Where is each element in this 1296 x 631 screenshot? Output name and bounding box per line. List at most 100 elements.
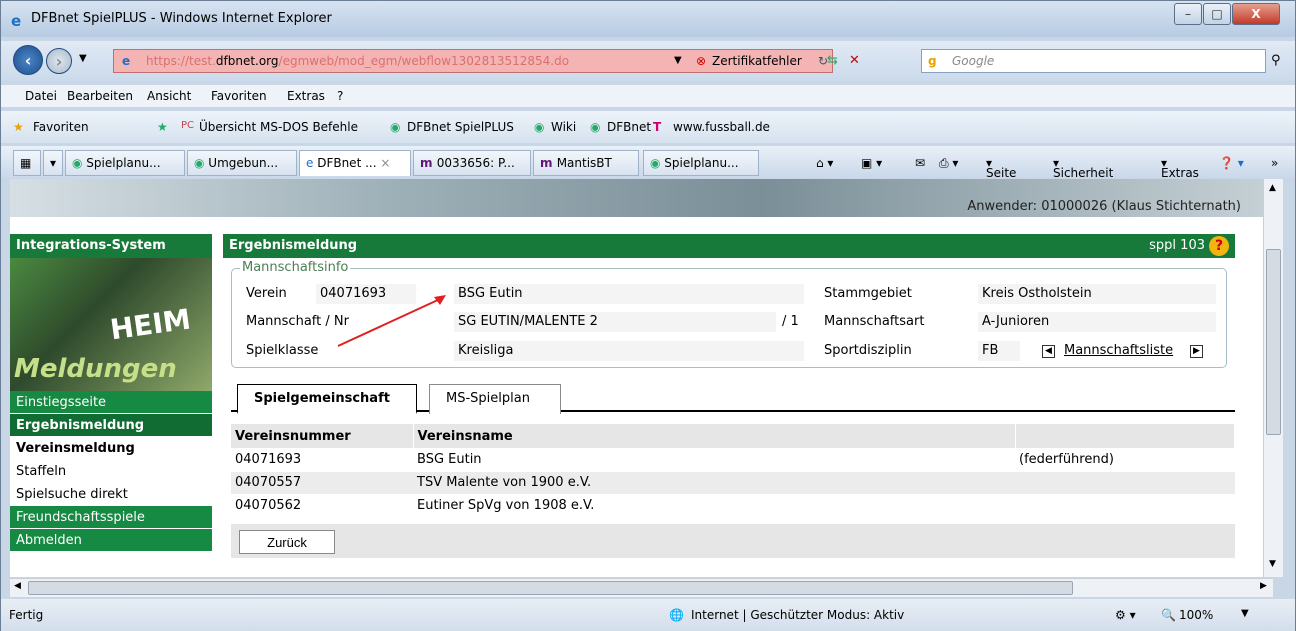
mannschaft-label: Mannschaft / Nr	[246, 314, 349, 329]
menu-datei[interactable]: Datei	[25, 89, 57, 103]
vertical-scrollbar[interactable]: ▲ ▼	[1263, 179, 1283, 577]
add-favorite-icon[interactable]: ★	[157, 120, 168, 134]
menu-favoriten[interactable]: Favoriten	[211, 89, 267, 103]
table-header-row: Vereinsnummer Vereinsname	[231, 424, 1235, 448]
recent-pages-dropdown-icon[interactable]: ▼	[79, 53, 87, 64]
fav-link-spielplus[interactable]: DFBnet SpielPLUS	[407, 120, 514, 134]
main-header: Ergebnismeldung sppl 103 ?	[223, 234, 1235, 258]
scroll-right-icon[interactable]: ▶	[1260, 581, 1267, 591]
url-host: dfbnet.org	[215, 54, 279, 68]
page-tabs: Spielgemeinschaft MS-Spielplan	[231, 384, 1235, 414]
back-icon[interactable]: ‹	[13, 45, 43, 75]
scroll-thumb[interactable]	[1266, 249, 1281, 435]
menu-help[interactable]: ?	[337, 89, 343, 103]
scroll-down-icon[interactable]: ▼	[1269, 559, 1276, 569]
quick-tabs-icon[interactable]: ▦	[13, 150, 41, 176]
zoom-icon: 🔍	[1161, 608, 1176, 622]
col-status	[1015, 424, 1235, 448]
prev-team-icon[interactable]: ◀	[1042, 342, 1055, 358]
url-field[interactable]: e https://test.dfbnet.org/egmweb/mod_egm…	[113, 49, 833, 73]
page-menu[interactable]: Seite ▾	[986, 156, 1016, 180]
minimize-button[interactable]: –	[1174, 3, 1202, 25]
feeds-icon[interactable]: ▣ ▾	[861, 156, 882, 170]
help-button[interactable]: ?	[1209, 236, 1229, 256]
mannschaft-name: SG EUTIN/MALENTE 2	[454, 312, 776, 332]
nav-item-einstiegsseite[interactable]: Einstiegsseite	[10, 391, 212, 414]
menu-bar: Datei Bearbeiten Ansicht Favoriten Extra…	[1, 85, 1295, 107]
back-button[interactable]: Zurück	[239, 530, 335, 554]
cert-error-label[interactable]: Zertifikatfehler	[712, 50, 802, 72]
mannschaftsliste-link[interactable]: Mannschaftsliste	[1064, 343, 1173, 358]
compat-icon[interactable]: ⇆	[827, 53, 838, 68]
tab-spielplanung-1[interactable]: ◉ Spielplanu...	[65, 150, 185, 176]
stop-icon[interactable]: ✕	[849, 53, 860, 68]
favorites-button[interactable]: Favoriten	[33, 120, 89, 134]
menu-bearbeiten[interactable]: Bearbeiten	[67, 89, 133, 103]
tab-ms-spielplan[interactable]: MS-Spielplan	[429, 384, 561, 414]
status-bar: Fertig 🌐 Internet | Geschützter Modus: A…	[1, 599, 1295, 631]
mail-icon[interactable]: ✉	[915, 156, 925, 170]
cell-status: (federführend)	[1015, 448, 1235, 472]
extras-menu[interactable]: Extras ▾	[1161, 156, 1199, 180]
menu-extras[interactable]: Extras	[287, 89, 325, 103]
tab-label: Umgebun...	[208, 156, 279, 170]
scroll-up-icon[interactable]: ▲	[1269, 183, 1276, 193]
tab-spielplanung-2[interactable]: ◉ Spielplanu...	[643, 150, 759, 176]
tab-list-icon[interactable]: ▾	[43, 150, 63, 176]
zone-text[interactable]: Internet | Geschützter Modus: Aktiv	[691, 608, 904, 622]
nav-item-spielsuche[interactable]: Spielsuche direkt	[10, 483, 212, 506]
stammgebiet-value: Kreis Ostholstein	[978, 284, 1216, 304]
security-menu[interactable]: Sicherheit ▾	[1053, 156, 1113, 180]
tab-spielgemeinschaft[interactable]: Spielgemeinschaft	[237, 384, 417, 414]
close-button[interactable]: X	[1232, 3, 1280, 25]
horizontal-scrollbar[interactable]: ◀ ▶	[10, 578, 1273, 597]
google-icon: g	[928, 54, 937, 68]
hscroll-thumb[interactable]	[28, 581, 1073, 595]
cell-status	[1015, 471, 1235, 495]
tab-dfbnet[interactable]: e DFBnet ... ×	[299, 150, 411, 176]
fav-link-wiki[interactable]: Wiki	[551, 120, 576, 134]
help-icon[interactable]: ❓ ▾	[1219, 156, 1244, 170]
tab-close-icon[interactable]: ×	[380, 156, 390, 170]
fav-link-fussball[interactable]: www.fussball.de	[673, 120, 770, 134]
dfbnet-icon: ◉	[390, 120, 401, 134]
fav-link-dfbnet[interactable]: DFBnet	[607, 120, 651, 134]
window-title: DFBnet SpielPLUS - Windows Internet Expl…	[31, 11, 332, 26]
zoom-level[interactable]: 100%	[1179, 608, 1213, 622]
nav-item-staffeln[interactable]: Staffeln	[10, 460, 212, 483]
cell-vereinsname: TSV Malente von 1900 e.V.	[413, 471, 1015, 495]
security-menu-label: Sicherheit	[1053, 166, 1114, 180]
cell-status	[1015, 494, 1235, 518]
home-icon[interactable]: ⌂ ▾	[816, 156, 833, 170]
nav-item-freundschaftsspiele[interactable]: Freundschaftsspiele	[10, 506, 212, 529]
forward-icon[interactable]: ›	[46, 48, 72, 74]
wiki-icon: ◉	[534, 120, 545, 134]
table-row: 04070557 TSV Malente von 1900 e.V.	[231, 471, 1235, 495]
next-team-icon[interactable]: ▶	[1190, 342, 1203, 358]
protected-mode-icon[interactable]: ⚙ ▾	[1115, 608, 1136, 622]
maximize-button[interactable]: □	[1203, 3, 1231, 25]
table-row: 04070562 Eutiner SpVg von 1908 e.V.	[231, 494, 1235, 518]
spielklasse-value: Kreisliga	[454, 341, 804, 361]
dfbnet2-icon: ◉	[590, 120, 601, 134]
tab-mantisbt[interactable]: m MantisBT	[533, 150, 639, 176]
print-icon[interactable]: ⎙ ▾	[939, 156, 958, 171]
nav-item-vereinsmeldung[interactable]: Vereinsmeldung	[10, 437, 212, 460]
nav-item-ergebnismeldung[interactable]: Ergebnismeldung	[10, 414, 212, 437]
url-dropdown-icon[interactable]: ▼	[674, 50, 682, 72]
zoom-dropdown-icon[interactable]: ▼	[1241, 608, 1249, 619]
scroll-left-icon[interactable]: ◀	[14, 581, 21, 591]
fav-link-msdos[interactable]: Übersicht MS-DOS Befehle	[199, 120, 358, 134]
browser-window: e DFBnet SpielPLUS - Windows Internet Ex…	[0, 0, 1296, 631]
extras-menu-label: Extras	[1161, 166, 1199, 180]
menu-ansicht[interactable]: Ansicht	[147, 89, 191, 103]
pc-icon: PC	[181, 120, 195, 131]
verein-label: Verein	[246, 286, 287, 301]
table-row: 04071693 BSG Eutin (federführend)	[231, 448, 1235, 472]
search-input[interactable]: g Google	[921, 49, 1266, 73]
search-icon[interactable]: ⚲	[1271, 53, 1281, 68]
more-icon[interactable]: »	[1271, 156, 1278, 170]
nav-item-abmelden[interactable]: Abmelden	[10, 529, 212, 552]
tab-umgebung[interactable]: ◉ Umgebun...	[187, 150, 297, 176]
tab-mantis-issue[interactable]: m 0033656: P...	[413, 150, 531, 176]
